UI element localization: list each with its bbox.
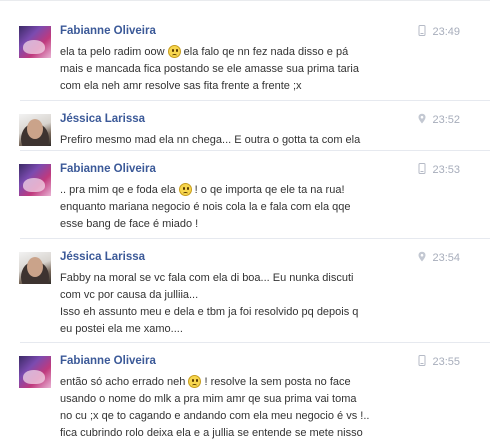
message-meta: 23:53	[417, 163, 460, 176]
mobile-phone-icon	[418, 163, 426, 174]
author-name[interactable]: Jéssica Larissa	[60, 251, 145, 263]
avatar[interactable]	[19, 164, 51, 196]
message-meta: 23:52	[417, 113, 460, 126]
mobile-phone-icon	[418, 25, 426, 36]
sad-face-emoji	[188, 375, 202, 388]
message-line: esse bang de face é miado !	[60, 218, 199, 230]
message-line: ela ta pelo radim oow ela falo qe nn fez…	[60, 44, 470, 61]
message-text: .. pra mim qe e foda ela ! o qe importa …	[60, 182, 470, 233]
message-line: enquanto mariana negocio é nois cola la …	[60, 201, 351, 213]
avatar[interactable]	[19, 114, 51, 146]
author-name[interactable]: Fabianne Oliveira	[60, 163, 156, 175]
message-line: fica cubrindo rolo deixa ela e a jullia …	[60, 427, 363, 439]
message-line-text: ela falo qe nn fez nada disso e pá	[180, 46, 349, 58]
top-divider	[0, 0, 490, 1]
author-name[interactable]: Fabianne Oliveira	[60, 355, 156, 367]
message-line: eu postei ela me xamo....	[60, 323, 183, 335]
message-line: com vc por causa da julliia...	[60, 289, 199, 301]
message-text: Prefiro mesmo mad ela nn chega... E outr…	[60, 132, 470, 149]
sad-face-emoji	[178, 183, 192, 196]
message-line: Fabby na moral se vc fala com ela di boa…	[60, 272, 354, 284]
location-pin-icon	[418, 113, 426, 124]
message-text: ela ta pelo radim oow ela falo qe nn fez…	[60, 44, 470, 95]
message-time: 23:55	[432, 356, 460, 368]
message-time: 23:49	[432, 26, 460, 38]
message-line: Prefiro mesmo mad ela nn chega... E outr…	[60, 134, 361, 146]
message-line: então só acho errado neh ! resolve la se…	[60, 374, 470, 391]
message-text: Fabby na moral se vc fala com ela di boa…	[60, 270, 470, 338]
message-line: usando o nome do mlk a pra mim amr qe su…	[60, 393, 357, 405]
chat-conversation: Fabianne Oliveira 23:49 ela ta pelo radi…	[0, 0, 490, 444]
message-line-text: .. pra mim qe e foda ela	[60, 184, 179, 196]
message-time: 23:54	[432, 252, 460, 264]
message-line: no cu ;x qe to cagando e andando com ela…	[60, 410, 370, 422]
message-time: 23:52	[432, 114, 460, 126]
message-line-text: ela ta pelo radim oow	[60, 46, 168, 58]
message-time: 23:53	[432, 164, 460, 176]
message-line: com ela neh amr resolve sas fita frente …	[60, 80, 302, 92]
avatar[interactable]	[19, 252, 51, 284]
message-line: .. pra mim qe e foda ela ! o qe importa …	[60, 182, 470, 199]
author-name[interactable]: Fabianne Oliveira	[60, 25, 156, 37]
avatar[interactable]	[19, 26, 51, 58]
sad-face-emoji	[167, 45, 181, 58]
message-line-text: ! o qe importa qe ele ta na rua!	[191, 184, 345, 196]
author-name[interactable]: Jéssica Larissa	[60, 113, 145, 125]
location-pin-icon	[418, 251, 426, 262]
message-line-text: ! resolve la sem posta no face	[201, 376, 351, 388]
message-meta: 23:54	[417, 251, 460, 264]
message-line: Isso eh assunto meu e dela e tbm ja foi …	[60, 306, 359, 318]
message-meta: 23:55	[417, 355, 460, 368]
message-line: mais e mancada fica postando se ele amas…	[60, 63, 359, 75]
message-text: então só acho errado neh ! resolve la se…	[60, 374, 470, 442]
mobile-phone-icon	[418, 355, 426, 366]
message-line-text: então só acho errado neh	[60, 376, 189, 388]
message-meta: 23:49	[417, 25, 460, 38]
avatar[interactable]	[19, 356, 51, 388]
